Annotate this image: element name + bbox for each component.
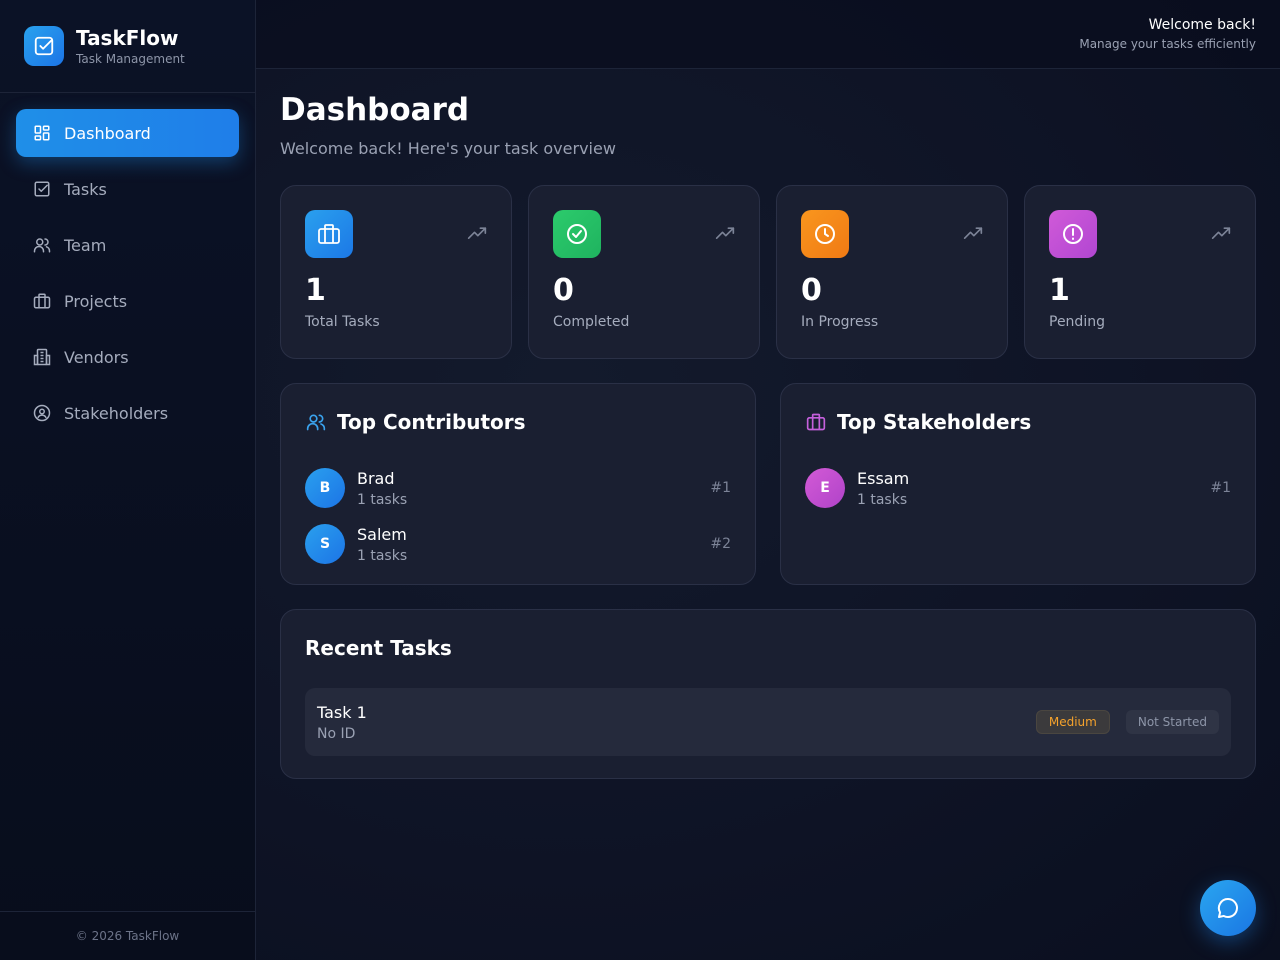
person-name: Essam (857, 468, 910, 488)
check-square-icon (32, 179, 52, 199)
top-contributors-panel: Top Contributors B Brad 1 tasks #1 S Sal… (280, 383, 756, 585)
sidebar-item-dashboard[interactable]: Dashboard (16, 109, 239, 157)
stat-card-pending[interactable]: 1 Pending (1024, 185, 1256, 359)
sidebar-item-label: Team (64, 235, 107, 255)
stats-row: 1 Total Tasks 0 Completed 0 In Progress … (280, 185, 1256, 359)
clock-icon (801, 210, 849, 258)
app-root: TaskFlow Task Management Dashboard Tasks (0, 0, 1280, 960)
sidebar: TaskFlow Task Management Dashboard Tasks (0, 0, 256, 960)
users-icon (305, 411, 327, 433)
brand-name: TaskFlow (76, 26, 179, 50)
sidebar-item-team[interactable]: Team (16, 221, 239, 269)
topbar: Welcome back! Manage your tasks efficien… (256, 0, 1280, 69)
sidebar-footer: © 2026 TaskFlow (0, 911, 255, 960)
chat-button[interactable] (1200, 880, 1256, 936)
task-row[interactable]: Task 1 No ID Medium Not Started (305, 688, 1231, 756)
alert-circle-icon (1049, 210, 1097, 258)
priority-badge: Medium (1035, 710, 1110, 734)
stat-label: In Progress (801, 314, 879, 330)
stat-value: 0 (801, 273, 822, 308)
sidebar-nav: Dashboard Tasks Team Projects Vendors St… (0, 93, 255, 437)
stakeholder-item[interactable]: E Essam 1 tasks #1 (805, 460, 1231, 516)
sidebar-item-vendors[interactable]: Vendors (16, 333, 239, 381)
user-circle-icon (32, 403, 52, 423)
avatar: S (305, 524, 345, 564)
grid-icon (32, 123, 52, 143)
task-id: No ID (317, 725, 356, 742)
stat-label: Total Tasks (305, 314, 380, 330)
status-badge: Not Started (1125, 710, 1219, 734)
person-task-count: 1 tasks (357, 547, 408, 564)
users-icon (32, 235, 52, 255)
brand-header[interactable]: TaskFlow Task Management (0, 0, 255, 93)
panel-title: Recent Tasks (305, 636, 452, 660)
stakeholders-list: E Essam 1 tasks #1 (805, 460, 1231, 516)
sidebar-item-label: Tasks (64, 179, 107, 199)
building-icon (32, 347, 52, 367)
sidebar-item-label: Vendors (64, 347, 129, 367)
sidebar-item-label: Stakeholders (64, 403, 169, 423)
stat-card-total[interactable]: 1 Total Tasks (280, 185, 512, 359)
task-name: Task 1 (317, 702, 367, 722)
page-subtitle: Welcome back! Here's your task overview (280, 139, 616, 158)
stat-card-completed[interactable]: 0 Completed (528, 185, 760, 359)
trending-up-icon (1211, 227, 1231, 239)
check-square-icon (24, 26, 64, 66)
stat-label: Pending (1049, 314, 1105, 330)
briefcase-icon (305, 210, 353, 258)
person-name: Brad (357, 468, 395, 488)
dashboard-content: Dashboard Welcome back! Here's your task… (256, 69, 1280, 779)
brand-subtitle: Task Management (76, 52, 185, 66)
stat-value: 0 (553, 273, 574, 308)
sidebar-item-stakeholders[interactable]: Stakeholders (16, 389, 239, 437)
stat-label: Completed (553, 314, 630, 330)
briefcase-icon (805, 411, 827, 433)
briefcase-icon (32, 291, 52, 311)
person-task-count: 1 tasks (357, 491, 408, 508)
stat-value: 1 (1049, 273, 1070, 308)
person-rank: #2 (710, 536, 731, 552)
trending-up-icon (715, 227, 735, 239)
main-content: Welcome back! Manage your tasks efficien… (256, 0, 1280, 960)
person-rank: #1 (710, 480, 731, 496)
check-circle-icon (553, 210, 601, 258)
contributor-item[interactable]: B Brad 1 tasks #1 (305, 460, 731, 516)
stat-card-in-progress[interactable]: 0 In Progress (776, 185, 1008, 359)
person-name: Salem (357, 524, 407, 544)
topbar-title: Welcome back! (1148, 17, 1256, 33)
panels-row: Top Contributors B Brad 1 tasks #1 S Sal… (280, 383, 1256, 585)
contributor-item[interactable]: S Salem 1 tasks #2 (305, 516, 731, 572)
panel-title: Top Stakeholders (837, 410, 1032, 434)
sidebar-item-label: Projects (64, 291, 128, 311)
person-task-count: 1 tasks (857, 491, 908, 508)
chat-bubble-icon (1217, 897, 1238, 918)
panel-title: Top Contributors (337, 410, 526, 434)
stat-value: 1 (305, 273, 326, 308)
topbar-subtitle: Manage your tasks efficiently (1079, 37, 1256, 51)
sidebar-item-projects[interactable]: Projects (16, 277, 239, 325)
sidebar-item-label: Dashboard (64, 123, 151, 143)
contributors-list: B Brad 1 tasks #1 S Salem 1 tasks #2 (305, 460, 731, 572)
sidebar-item-tasks[interactable]: Tasks (16, 165, 239, 213)
top-stakeholders-panel: Top Stakeholders E Essam 1 tasks #1 (780, 383, 1256, 585)
trending-up-icon (963, 227, 983, 239)
recent-tasks-panel: Recent Tasks Task 1 No ID Medium Not Sta… (280, 609, 1256, 779)
person-rank: #1 (1210, 480, 1231, 496)
avatar: B (305, 468, 345, 508)
trending-up-icon (467, 227, 487, 239)
page-title: Dashboard (280, 92, 470, 128)
avatar: E (805, 468, 845, 508)
